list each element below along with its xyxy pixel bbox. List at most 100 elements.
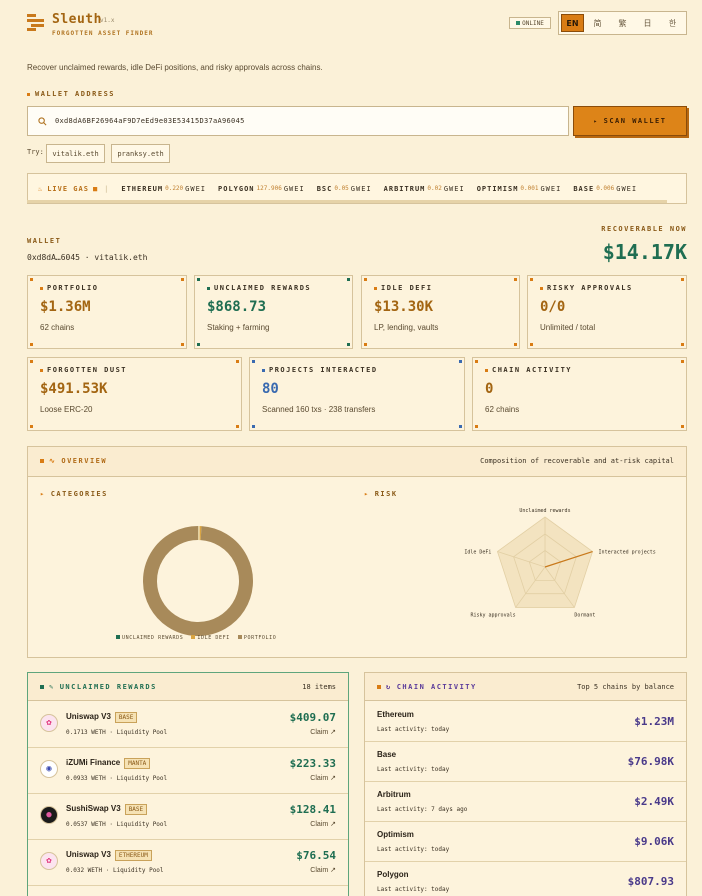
stat-value: $868.73 <box>207 299 267 315</box>
chain-balance: $9.06K <box>634 835 674 848</box>
overview-description: Composition of recoverable and at-risk c… <box>480 457 674 465</box>
stat-title: RISKY APPROVALS <box>547 284 633 292</box>
suggestion-pranksy[interactable]: pranksy.eth <box>111 144 170 163</box>
reward-name: SushiSwap V3 BASE <box>66 804 148 815</box>
stat-title: IDLE DEFI <box>381 284 433 292</box>
radar-axis-label: Risky approvals <box>470 612 515 618</box>
live-gas-label: LIVE GAS <box>47 184 89 193</box>
search-icon <box>38 116 47 125</box>
lang-zh-hant-button[interactable]: 繁 <box>611 14 634 32</box>
chain-balance: $807.93 <box>627 875 674 888</box>
reward-name: Uniswap V3 ETHEREUM <box>66 850 152 861</box>
chain-activity-header: ↻ CHAIN ACTIVITY Top 5 chains by balance <box>365 673 686 701</box>
stat-value: $1.36M <box>40 299 91 315</box>
reward-name: Uniswap V3 BASE <box>66 712 138 723</box>
chain-row: Ethereum Last activity: today $1.23M <box>365 702 686 742</box>
chain-row: Polygon Last activity: today $807.93 <box>365 862 686 896</box>
gas-chain: ETHEREUM <box>121 184 164 193</box>
reward-amount: $76.54 <box>296 849 336 862</box>
categories-label: ▸ CATEGORIES <box>40 490 108 498</box>
chain-last-activity: Last activity: today <box>377 846 450 853</box>
rewards-header: ✎ UNCLAIMED REWARDS 18 items <box>28 673 348 701</box>
stat-sub: Unlimited / total <box>540 323 596 332</box>
stat-value: $13.30K <box>374 299 434 315</box>
gas-value: 0.220 <box>165 185 184 192</box>
brand-version: v1.x <box>100 17 115 24</box>
legend-item: UNCLAIMED REWARDS <box>116 635 183 641</box>
scan-wallet-button[interactable]: ▸ SCAN WALLET <box>573 106 687 136</box>
donut-legend: UNCLAIMED REWARDS IDLE DEFI PORTFOLIO <box>116 635 276 641</box>
lang-ko-button[interactable]: 한 <box>661 14 684 32</box>
external-link-icon: ↗ <box>330 821 336 828</box>
gas-unit: GWEI <box>185 184 207 193</box>
refresh-icon: ↻ <box>386 683 392 691</box>
uniswap-icon: ✿ <box>40 714 58 732</box>
claim-link[interactable]: Claim ↗ <box>310 728 336 736</box>
stat-title: UNCLAIMED REWARDS <box>214 284 312 292</box>
external-link-icon: ↗ <box>330 867 336 874</box>
uniswap-icon: ✿ <box>40 852 58 870</box>
gas-chain: BASE <box>573 184 595 193</box>
reward-detail: 0.0933 WETH · Liquidity Pool <box>66 775 168 782</box>
gas-unit: GWEI <box>443 184 465 193</box>
chain-row: Arbitrum Last activity: 7 days ago $2.49… <box>365 782 686 822</box>
external-link-icon: ↗ <box>330 729 336 736</box>
reward-detail: 0.1713 WETH · Liquidity Pool <box>66 729 168 736</box>
chain-activity-panel: ↻ CHAIN ACTIVITY Top 5 chains by balance … <box>364 672 687 896</box>
legend-item: PORTFOLIO <box>237 635 277 641</box>
radar-axis-label: Idle DeFi <box>464 550 491 556</box>
radar-axis-label: Interacted projects <box>599 550 656 556</box>
sushiswap-icon: ● <box>40 806 58 824</box>
legend-item: IDLE DEFI <box>191 635 230 641</box>
stat-sub: 62 chains <box>485 405 520 414</box>
gas-chain: ARBITRUM <box>383 184 426 193</box>
gas-chain: OPTIMISM <box>476 184 519 193</box>
donut-slice <box>143 526 253 636</box>
ticker-scrollbar[interactable] <box>27 200 667 203</box>
gas-unit: GWEI <box>540 184 562 193</box>
lang-zh-hans-button[interactable]: 简 <box>586 14 609 32</box>
gas-unit: GWEI <box>350 184 372 193</box>
stat-card-portfolio: PORTFOLIO $1.36M 62 chains <box>27 275 187 349</box>
status-text: ONLINE <box>522 19 544 27</box>
unclaimed-rewards-panel: ✎ UNCLAIMED REWARDS 18 items ✿ Uniswap V3… <box>27 672 349 896</box>
chain-last-activity: Last activity: 7 days ago <box>377 806 468 813</box>
claim-link[interactable]: Claim ↗ <box>310 820 336 828</box>
recoverable-label: RECOVERABLE NOW <box>601 225 687 233</box>
chain-last-activity: Last activity: today <box>377 766 450 773</box>
sparkle-icon: ✎ <box>49 683 55 691</box>
reward-amount: $409.07 <box>289 711 336 724</box>
suggestion-vitalik[interactable]: vitalik.eth <box>46 144 105 163</box>
risk-label: ▸ RISK <box>364 490 398 498</box>
overview-title: ∿ OVERVIEW <box>40 457 107 465</box>
gas-chain: BSC <box>316 184 333 193</box>
chain-name: Arbitrum <box>377 790 411 799</box>
chain-activity-title: ↻ CHAIN ACTIVITY <box>377 683 477 691</box>
try-label: Try: <box>27 148 44 156</box>
izumi-icon: ◉ <box>40 760 58 778</box>
lang-ja-button[interactable]: 日 <box>636 14 659 32</box>
stat-value: 80 <box>262 381 279 397</box>
reward-detail: 0.0537 WETH · Liquidity Pool <box>66 821 168 828</box>
chain-name: Optimism <box>377 830 414 839</box>
lang-en-button[interactable]: EN <box>561 14 584 32</box>
wallet-address-display: 0xd8dA…6045 · vitalik.eth <box>27 253 148 262</box>
language-switcher: EN 简 繁 日 한 <box>558 11 687 35</box>
wallet-label: WALLET <box>27 237 62 245</box>
stat-title: CHAIN ACTIVITY <box>492 366 573 374</box>
stat-card-projects-interacted: PROJECTS INTERACTED 80 Scanned 160 txs ·… <box>249 357 465 431</box>
chain-balance: $2.49K <box>634 795 674 808</box>
rewards-title: ✎ UNCLAIMED REWARDS <box>40 683 157 691</box>
wallet-address-input[interactable]: 0xd8dA6BF26964aF9D7eEd9e03E53415D37aA960… <box>27 106 569 136</box>
gas-chain: POLYGON <box>218 184 255 193</box>
reward-row: ◉ iZUMi Finance MANTA 0.0933 WETH · Liqui… <box>28 748 348 794</box>
chain-row: Optimism Last activity: today $9.06K <box>365 822 686 862</box>
reward-row: ✿ Uniswap V3 ETHEREUM 0.032 WETH · Liquid… <box>28 840 348 886</box>
claim-link[interactable]: Claim ↗ <box>310 866 336 874</box>
stat-sub: 62 chains <box>40 323 75 332</box>
brand-subtitle: FORGOTTEN ASSET FINDER <box>52 30 154 37</box>
claim-link[interactable]: Claim ↗ <box>310 774 336 782</box>
chain-badge: BASE <box>124 804 148 815</box>
status-badge: ONLINE <box>509 17 551 29</box>
stat-sub: Scanned 160 txs · 238 transfers <box>262 405 376 414</box>
